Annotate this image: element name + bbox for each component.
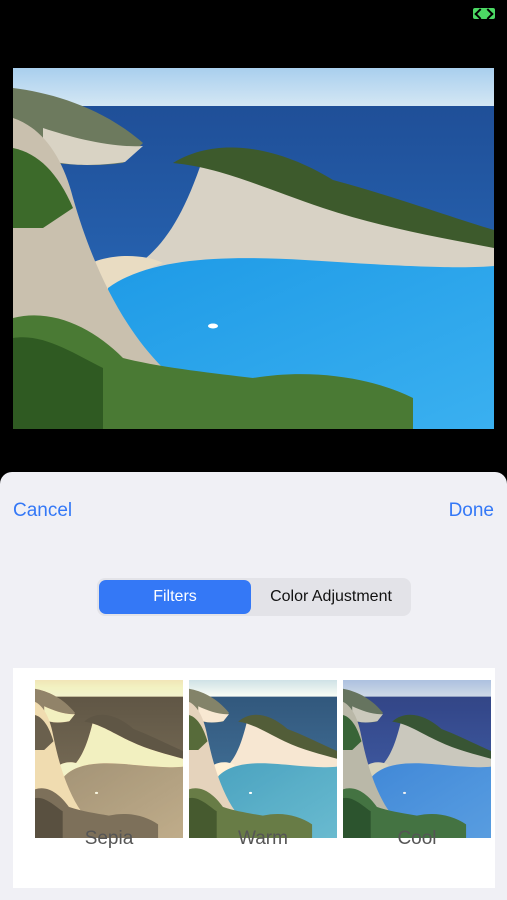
warm-label: Warm xyxy=(238,828,288,849)
filter-thumb-sepia[interactable] xyxy=(35,680,183,838)
main-photo xyxy=(13,68,494,429)
mode-segmented-control: Filters Color Adjustment xyxy=(97,578,411,616)
filter-strip[interactable]: Sepia Warm Cool xyxy=(13,668,495,888)
filters-segment[interactable]: Filters xyxy=(99,580,251,614)
color-adjustment-segment[interactable]: Color Adjustment xyxy=(253,580,409,614)
cool-label: Cool xyxy=(397,828,437,849)
warm-preview-image xyxy=(189,680,337,838)
main-photo-image xyxy=(13,68,494,429)
done-button[interactable]: Done xyxy=(449,500,494,522)
filter-thumb-warm[interactable] xyxy=(189,680,337,838)
edit-sheet: Cancel Done Filters Color Adjustment Sep… xyxy=(0,472,507,900)
cool-preview-image xyxy=(343,680,491,838)
sepia-label: Sepia xyxy=(84,828,134,849)
sepia-preview-image xyxy=(35,680,183,838)
status-indicator-icon xyxy=(473,8,495,19)
cancel-button[interactable]: Cancel xyxy=(13,500,72,522)
filter-thumb-cool[interactable] xyxy=(343,680,491,838)
